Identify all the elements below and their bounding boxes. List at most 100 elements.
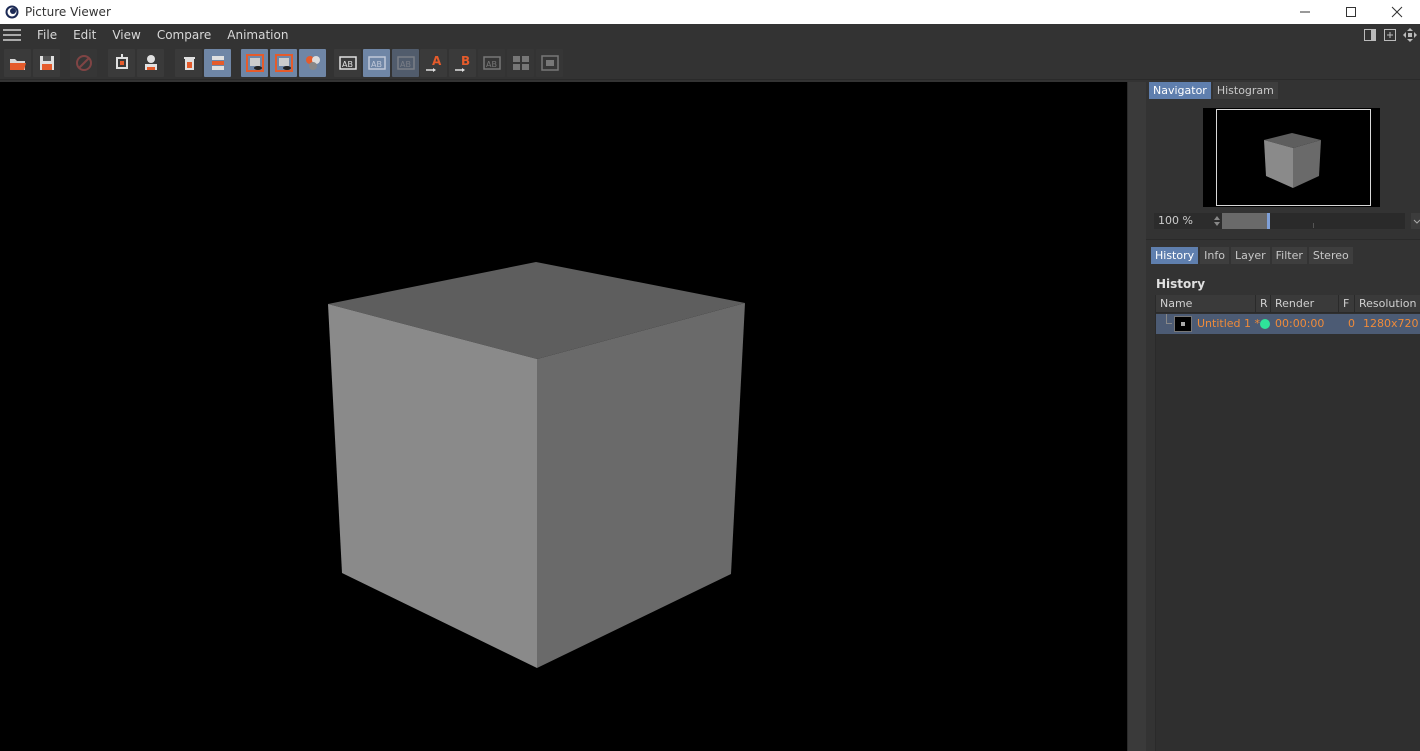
history-table-header: Name R Render Time F Resolution: [1156, 295, 1420, 328]
menu-view[interactable]: View: [104, 24, 148, 46]
render-status-indicator: [1260, 319, 1270, 329]
tab-histogram[interactable]: Histogram: [1212, 82, 1278, 99]
window-title: Picture Viewer: [25, 5, 111, 19]
layout-c-button[interactable]: [536, 49, 563, 77]
ab-split-icon: AB: [367, 56, 386, 70]
panel-splitter[interactable]: [1127, 82, 1146, 751]
menu-bar: File Edit View Compare Animation: [0, 24, 1420, 46]
chevron-down-icon: [1413, 219, 1420, 224]
table-row[interactable]: Untitled 1 * 00:00:00 0 1280x720: [1156, 314, 1420, 334]
ab-compare-button[interactable]: AB: [334, 49, 361, 77]
layout-frame-icon: [540, 55, 559, 71]
open-button[interactable]: [4, 49, 31, 77]
maximize-button[interactable]: [1328, 0, 1374, 24]
tab-layer[interactable]: Layer: [1230, 247, 1270, 264]
svg-text:A: A: [432, 54, 442, 68]
column-f[interactable]: F: [1339, 295, 1355, 313]
menu-compare[interactable]: Compare: [149, 24, 219, 46]
zoom-slider-fill: [1222, 213, 1268, 229]
layout-grid-icon: [512, 56, 529, 70]
zoom-slider-handle[interactable]: [1267, 213, 1270, 229]
delete-button[interactable]: [175, 49, 202, 77]
maximize-icon: [1346, 7, 1356, 17]
column-name[interactable]: Name: [1156, 295, 1256, 313]
svg-text:B: B: [461, 54, 470, 68]
navigator-view-frame[interactable]: [1216, 109, 1371, 206]
svg-text:AB: AB: [371, 60, 382, 69]
column-r[interactable]: R: [1256, 295, 1271, 313]
zoom-control: 100 %: [1154, 213, 1420, 229]
render-viewport[interactable]: [0, 82, 1127, 751]
column-render-time[interactable]: Render Time: [1271, 295, 1339, 328]
menu-edit[interactable]: Edit: [65, 24, 104, 46]
view-eye-icon: [274, 54, 293, 72]
new-window-icon[interactable]: [1382, 27, 1398, 43]
render-thumbnail: [1174, 316, 1192, 332]
tab-history[interactable]: History: [1151, 247, 1199, 264]
column-resolution[interactable]: Resolution: [1355, 295, 1420, 313]
export-button[interactable]: [137, 49, 164, 77]
layout-a-icon: AB: [482, 56, 501, 70]
save-button[interactable]: [33, 49, 60, 77]
row-frame: 0: [1348, 317, 1355, 330]
tab-info[interactable]: Info: [1200, 247, 1229, 264]
row-name: Untitled 1 *: [1197, 317, 1261, 330]
panel-toggle-icon[interactable]: [1362, 27, 1378, 43]
navigator-thumbnail[interactable]: [1203, 108, 1380, 207]
tab-stereo[interactable]: Stereo: [1308, 247, 1353, 264]
minimize-icon: [1300, 11, 1310, 13]
tree-connector: [1166, 314, 1172, 324]
set-b-icon: B: [454, 54, 470, 72]
rendered-cube-image: [328, 262, 745, 668]
crop-button[interactable]: [108, 49, 135, 77]
history-table: Name R Render Time F Resolution Untitled…: [1155, 295, 1420, 751]
spinner-arrows-icon[interactable]: [1214, 214, 1220, 228]
row-render-time: 00:00:00: [1275, 317, 1325, 330]
zoom-slider-tick: [1313, 223, 1314, 228]
export-user-icon: [144, 55, 157, 70]
hamburger-menu-icon[interactable]: [3, 29, 21, 41]
svg-text:AB: AB: [486, 60, 497, 69]
view-mode-b-button[interactable]: [270, 49, 297, 77]
history-tabs: History Info Layer Filter Stereo: [1151, 247, 1353, 264]
view-mode-a-button[interactable]: [241, 49, 268, 77]
row-resolution: 1280x720: [1363, 317, 1419, 330]
stop-render-icon: [75, 55, 92, 71]
history-title: History: [1156, 277, 1206, 291]
ab-swap-icon: AB: [396, 56, 415, 70]
close-button[interactable]: [1374, 0, 1420, 24]
history-list-icon: [211, 56, 224, 70]
minimize-button[interactable]: [1282, 0, 1328, 24]
menu-file[interactable]: File: [29, 24, 65, 46]
layout-a-button[interactable]: AB: [478, 49, 505, 77]
view-channels-button[interactable]: [299, 49, 326, 77]
tab-filter[interactable]: Filter: [1271, 247, 1307, 264]
svg-text:AB: AB: [400, 60, 411, 69]
stop-render-button[interactable]: [70, 49, 97, 77]
close-icon: [1391, 6, 1403, 18]
svg-text:AB: AB: [342, 60, 353, 69]
zoom-slider[interactable]: [1222, 213, 1405, 229]
layout-b-button[interactable]: [507, 49, 534, 77]
move-panel-icon[interactable]: [1402, 27, 1418, 43]
zoom-dropdown-button[interactable]: [1411, 213, 1420, 229]
ab-swap-button[interactable]: AB: [392, 49, 419, 77]
save-icon: [39, 56, 54, 70]
trash-icon: [183, 57, 195, 70]
set-a-button[interactable]: A: [420, 49, 447, 77]
set-a-icon: A: [425, 54, 442, 72]
view-eye-icon: [245, 54, 264, 72]
tab-navigator[interactable]: Navigator: [1149, 82, 1211, 99]
channels-icon: [305, 56, 320, 70]
set-b-button[interactable]: B: [449, 49, 476, 77]
zoom-input[interactable]: 100 %: [1154, 213, 1222, 229]
history-list-button[interactable]: [204, 49, 231, 77]
ab-compare-icon: AB: [338, 56, 357, 70]
open-folder-icon: [9, 59, 26, 70]
panel-divider: [1146, 239, 1420, 240]
ab-split-button[interactable]: AB: [363, 49, 390, 77]
crop-icon: [115, 54, 128, 69]
title-bar: Picture Viewer: [0, 0, 1420, 24]
menu-animation[interactable]: Animation: [219, 24, 296, 46]
navigator-tabs: Navigator Histogram: [1149, 82, 1278, 99]
